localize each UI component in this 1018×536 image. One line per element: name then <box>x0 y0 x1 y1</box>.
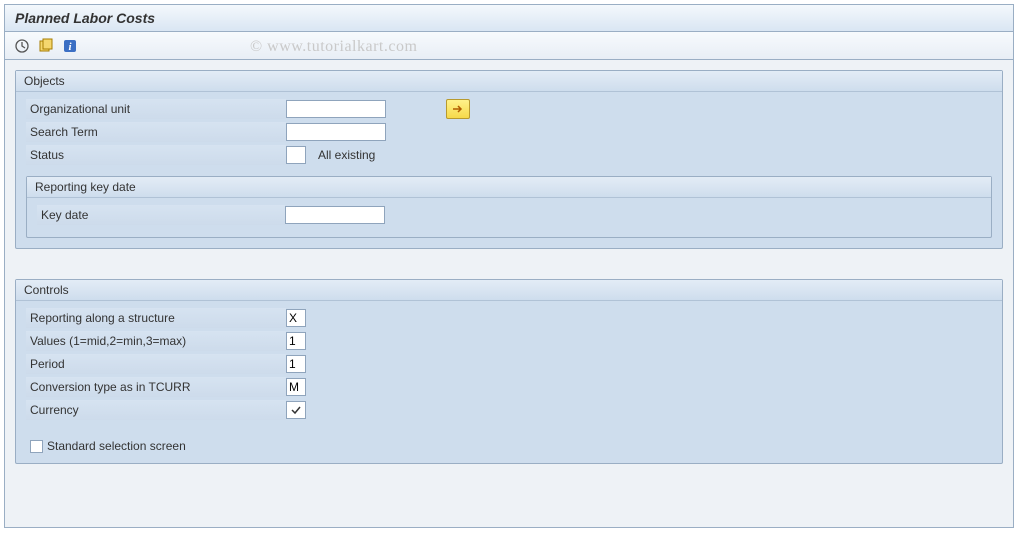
org-unit-input[interactable] <box>286 100 386 118</box>
period-label: Period <box>26 354 286 374</box>
search-term-label: Search Term <box>26 122 286 142</box>
std-selection-label: Standard selection screen <box>47 439 186 453</box>
objects-header: Objects <box>16 71 1002 92</box>
key-date-input[interactable] <box>285 206 385 224</box>
reporting-structure-input[interactable] <box>286 309 306 327</box>
reporting-key-date-group: Reporting key date Key date <box>26 176 992 238</box>
content-area: Objects Organizational unit Search Term … <box>5 60 1013 484</box>
select-org-unit-button[interactable] <box>446 99 470 119</box>
objects-group: Objects Organizational unit Search Term … <box>15 70 1003 249</box>
toolbar: i <box>5 32 1013 60</box>
conversion-type-input[interactable] <box>286 378 306 396</box>
page-title: Planned Labor Costs <box>5 5 1013 32</box>
std-selection-row: Standard selection screen <box>26 439 992 453</box>
execute-icon[interactable] <box>13 37 31 55</box>
title-text: Planned Labor Costs <box>15 10 155 26</box>
key-date-label: Key date <box>37 205 285 225</box>
reporting-structure-label: Reporting along a structure <box>26 308 286 328</box>
search-term-input[interactable] <box>286 123 386 141</box>
controls-header: Controls <box>16 280 1002 301</box>
currency-label: Currency <box>26 400 286 420</box>
status-input[interactable] <box>286 146 306 164</box>
currency-input[interactable] <box>286 401 306 419</box>
conversion-type-label: Conversion type as in TCURR <box>26 377 286 397</box>
status-text: All existing <box>318 148 375 162</box>
reporting-key-date-header: Reporting key date <box>27 177 991 198</box>
info-icon[interactable]: i <box>61 37 79 55</box>
status-label: Status <box>26 145 286 165</box>
variant-icon[interactable] <box>37 37 55 55</box>
org-unit-label: Organizational unit <box>26 99 286 119</box>
values-label: Values (1=mid,2=min,3=max) <box>26 331 286 351</box>
values-input[interactable] <box>286 332 306 350</box>
period-input[interactable] <box>286 355 306 373</box>
controls-group: Controls Reporting along a structure Val… <box>15 279 1003 464</box>
std-selection-checkbox[interactable] <box>30 440 43 453</box>
